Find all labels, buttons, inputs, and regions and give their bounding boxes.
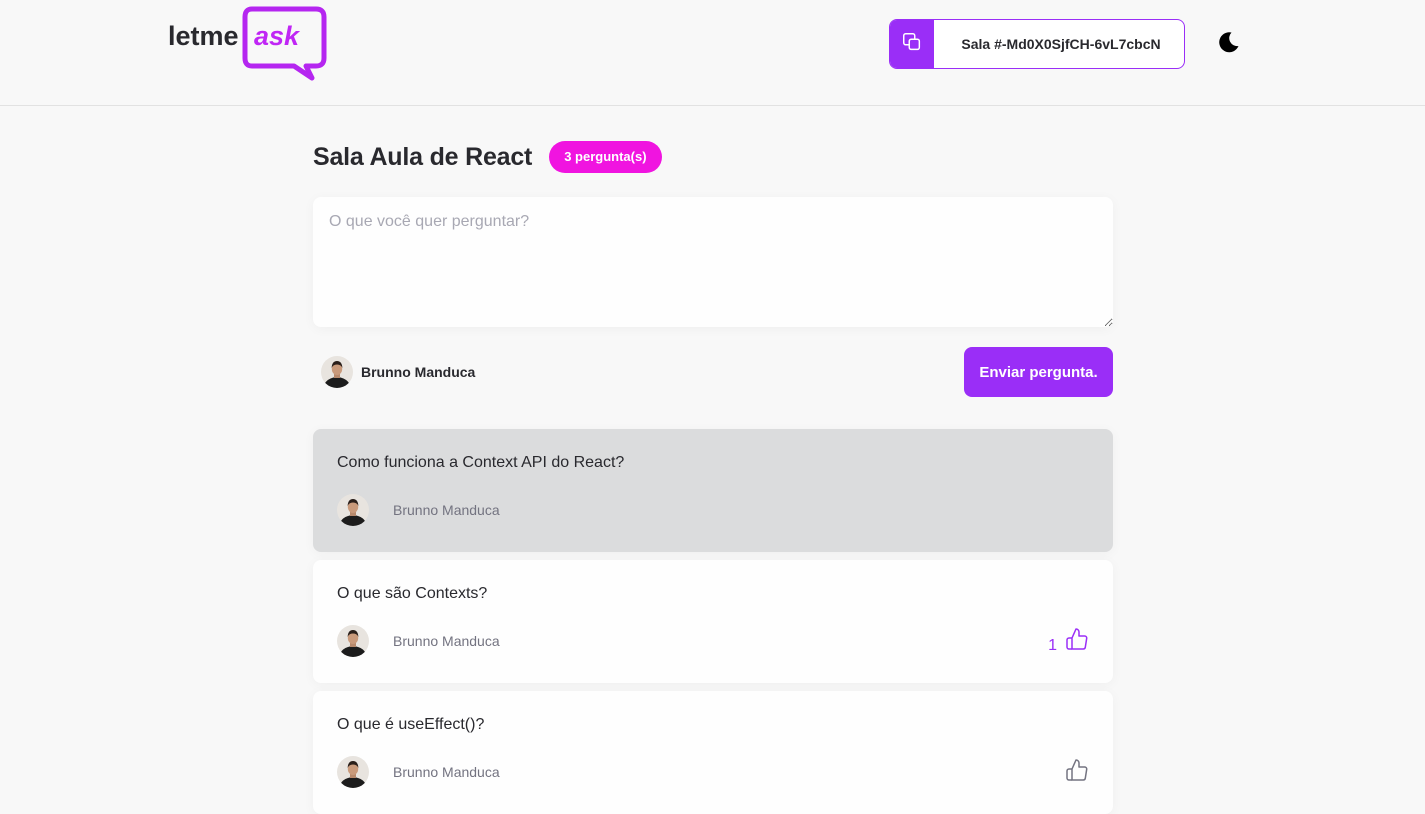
avatar: [321, 356, 353, 388]
question-content: O que são Contexts?: [337, 585, 488, 602]
room-title-row: Sala Aula de React 3 pergunta(s): [313, 141, 662, 173]
letmeask-logo[interactable]: letme ask: [166, 6, 328, 82]
question-card: O que são Contexts? Brunno Manduca 1: [313, 560, 1113, 683]
question-card: Como funciona a Context API do React? Br…: [313, 429, 1113, 552]
room-code-label: Sala #-Md0X0SjfCH-6vL7cbcN: [961, 36, 1161, 52]
question-input[interactable]: [313, 197, 1113, 327]
question-author: Brunno Manduca: [393, 633, 500, 649]
question-content: Como funciona a Context API do React?: [337, 454, 625, 471]
room-code-button[interactable]: Sala #-Md0X0SjfCH-6vL7cbcN: [889, 19, 1185, 69]
room-title: Sala Aula de React: [313, 142, 533, 171]
theme-toggle-button[interactable]: [1216, 31, 1242, 57]
user-name: Brunno Manduca: [361, 364, 476, 380]
svg-text:ask: ask: [254, 21, 301, 51]
question-footer: Brunno Manduca 1: [337, 625, 1089, 657]
avatar: [337, 625, 369, 657]
copy-icon: [901, 31, 923, 58]
question-author: Brunno Manduca: [393, 764, 500, 780]
avatar: [337, 494, 369, 526]
send-question-button[interactable]: Enviar pergunta.: [964, 347, 1113, 397]
moon-icon: [1217, 30, 1241, 59]
question-content: O que é useEffect()?: [337, 716, 485, 733]
question-footer: Brunno Manduca: [337, 494, 1089, 526]
like-count: 1: [1048, 636, 1057, 654]
thumbs-up-icon: [1065, 758, 1089, 787]
question-form-footer: Brunno Manduca Enviar pergunta.: [313, 347, 1113, 397]
copy-box[interactable]: [890, 20, 934, 68]
question-count-badge: 3 pergunta(s): [549, 141, 662, 173]
user-info: Brunno Manduca: [313, 356, 475, 388]
question-footer: Brunno Manduca: [337, 756, 1089, 788]
svg-text:letme: letme: [168, 21, 239, 51]
question-author: Brunno Manduca: [393, 502, 500, 518]
app-header: letme ask Sala #-Md0X0SjfCH-6vL7cbcN: [0, 0, 1425, 106]
like-button[interactable]: 1: [1048, 627, 1089, 656]
thumbs-up-icon: [1065, 627, 1089, 656]
avatar: [337, 756, 369, 788]
like-button[interactable]: [1057, 758, 1089, 787]
question-card: O que é useEffect()? Brunno Manduca: [313, 691, 1113, 814]
